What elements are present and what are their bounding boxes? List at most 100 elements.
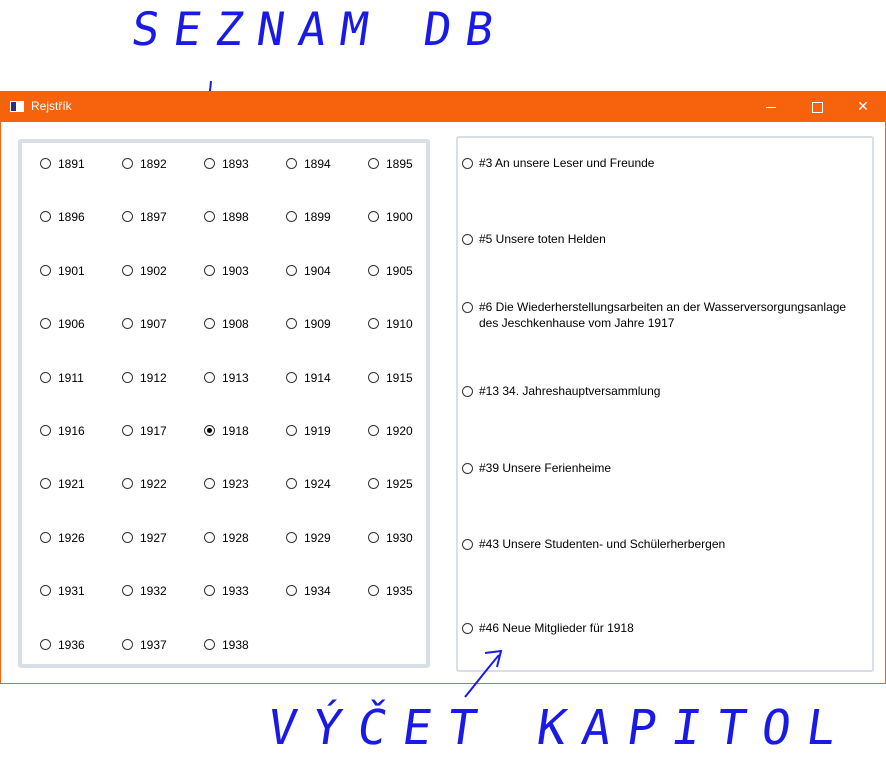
year-radio-1934[interactable]: 1934 [286, 584, 368, 604]
year-radio-1902[interactable]: 1902 [122, 264, 204, 284]
year-radio-1928[interactable]: 1928 [204, 531, 286, 551]
year-radio-1938[interactable]: 1938 [204, 638, 286, 658]
radio-button-icon[interactable] [204, 371, 215, 383]
chapter-radio-item[interactable]: #3 An unsere Leser und Freunde [462, 155, 866, 171]
radio-button-icon[interactable] [368, 264, 379, 276]
year-radio-1904[interactable]: 1904 [286, 264, 368, 284]
radio-button-icon[interactable] [122, 638, 133, 650]
radio-button-icon[interactable] [40, 371, 51, 383]
year-radio-1914[interactable]: 1914 [286, 371, 368, 391]
radio-button-icon[interactable] [122, 264, 133, 276]
radio-button-icon[interactable] [204, 318, 215, 330]
radio-button-icon[interactable] [40, 318, 51, 330]
year-radio-1900[interactable]: 1900 [368, 210, 450, 230]
chapter-radio-item[interactable]: #5 Unsere toten Helden [462, 231, 866, 247]
radio-button-icon[interactable] [204, 158, 215, 169]
radio-button-icon[interactable] [122, 211, 133, 223]
radio-button-icon[interactable] [462, 302, 473, 313]
year-radio-1910[interactable]: 1910 [368, 317, 450, 337]
year-radio-1920[interactable]: 1920 [368, 424, 450, 444]
year-radio-1893[interactable]: 1893 [204, 157, 286, 177]
radio-button-icon[interactable] [122, 585, 133, 597]
radio-button-icon[interactable] [204, 424, 215, 436]
radio-button-icon[interactable] [368, 585, 379, 597]
year-radio-1899[interactable]: 1899 [286, 210, 368, 230]
radio-button-icon[interactable] [462, 623, 473, 634]
year-radio-1927[interactable]: 1927 [122, 531, 204, 551]
radio-button-icon[interactable] [462, 158, 473, 169]
year-radio-1923[interactable]: 1923 [204, 477, 286, 497]
year-radio-1901[interactable]: 1901 [40, 264, 122, 284]
year-radio-1919[interactable]: 1919 [286, 424, 368, 444]
radio-button-icon[interactable] [286, 318, 297, 330]
radio-button-icon[interactable] [40, 211, 51, 223]
radio-button-icon[interactable] [462, 386, 473, 397]
radio-button-icon[interactable] [368, 211, 379, 223]
radio-button-icon[interactable] [286, 531, 297, 543]
year-radio-1916[interactable]: 1916 [40, 424, 122, 444]
year-radio-1907[interactable]: 1907 [122, 317, 204, 337]
radio-button-icon[interactable] [286, 158, 297, 169]
close-button[interactable]: ✕ [840, 92, 886, 122]
radio-button-icon[interactable] [40, 158, 51, 169]
radio-button-icon[interactable] [204, 264, 215, 276]
maximize-button[interactable] [794, 92, 840, 122]
radio-button-icon[interactable] [286, 478, 297, 490]
year-radio-1924[interactable]: 1924 [286, 477, 368, 497]
year-radio-1909[interactable]: 1909 [286, 317, 368, 337]
radio-button-icon[interactable] [462, 463, 473, 474]
radio-button-icon[interactable] [368, 371, 379, 383]
radio-button-icon[interactable] [204, 585, 215, 597]
year-radio-1933[interactable]: 1933 [204, 584, 286, 604]
title-bar[interactable]: Rejstřík ✕ [1, 92, 885, 122]
chapter-radio-item[interactable]: #43 Unsere Studenten- und Schülerherberg… [462, 536, 866, 552]
radio-button-icon[interactable] [286, 424, 297, 436]
radio-button-icon[interactable] [40, 585, 51, 597]
chapter-radio-item[interactable]: #46 Neue Mitglieder für 1918 [462, 620, 866, 636]
year-radio-1897[interactable]: 1897 [122, 210, 204, 230]
radio-button-icon[interactable] [122, 424, 133, 436]
radio-button-icon[interactable] [462, 539, 473, 550]
radio-button-icon[interactable] [204, 638, 215, 650]
radio-button-icon[interactable] [462, 234, 473, 245]
radio-button-icon[interactable] [368, 478, 379, 490]
radio-button-icon[interactable] [40, 531, 51, 543]
year-radio-1930[interactable]: 1930 [368, 531, 450, 551]
year-radio-1921[interactable]: 1921 [40, 477, 122, 497]
radio-button-icon[interactable] [40, 638, 51, 650]
year-radio-1894[interactable]: 1894 [286, 157, 368, 177]
radio-button-icon[interactable] [204, 211, 215, 223]
year-radio-1911[interactable]: 1911 [40, 371, 122, 391]
year-radio-1903[interactable]: 1903 [204, 264, 286, 284]
radio-button-icon[interactable] [368, 158, 379, 169]
year-radio-1915[interactable]: 1915 [368, 371, 450, 391]
year-radio-1929[interactable]: 1929 [286, 531, 368, 551]
year-radio-1925[interactable]: 1925 [368, 477, 450, 497]
chapter-radio-item[interactable]: #39 Unsere Ferienheime [462, 460, 866, 476]
year-radio-1908[interactable]: 1908 [204, 317, 286, 337]
radio-button-icon[interactable] [122, 478, 133, 490]
year-radio-1912[interactable]: 1912 [122, 371, 204, 391]
year-radio-1932[interactable]: 1932 [122, 584, 204, 604]
year-radio-1895[interactable]: 1895 [368, 157, 450, 177]
radio-button-icon[interactable] [40, 424, 51, 436]
radio-button-icon[interactable] [122, 531, 133, 543]
year-radio-1931[interactable]: 1931 [40, 584, 122, 604]
year-radio-1935[interactable]: 1935 [368, 584, 450, 604]
radio-button-icon[interactable] [286, 371, 297, 383]
radio-button-icon[interactable] [286, 264, 297, 276]
minimize-button[interactable] [748, 92, 794, 122]
year-radio-1898[interactable]: 1898 [204, 210, 286, 230]
radio-button-icon[interactable] [286, 585, 297, 597]
radio-button-icon[interactable] [122, 371, 133, 383]
chapter-radio-item[interactable]: #6 Die Wiederherstellungsarbeiten an der… [462, 299, 866, 331]
year-radio-1917[interactable]: 1917 [122, 424, 204, 444]
radio-button-icon[interactable] [204, 531, 215, 543]
radio-button-icon[interactable] [40, 478, 51, 490]
year-radio-1913[interactable]: 1913 [204, 371, 286, 391]
radio-button-icon[interactable] [368, 531, 379, 543]
year-radio-1937[interactable]: 1937 [122, 638, 204, 658]
year-radio-1892[interactable]: 1892 [122, 157, 204, 177]
chapter-radio-item[interactable]: #13 34. Jahreshauptversammlung [462, 383, 866, 399]
year-radio-1896[interactable]: 1896 [40, 210, 122, 230]
